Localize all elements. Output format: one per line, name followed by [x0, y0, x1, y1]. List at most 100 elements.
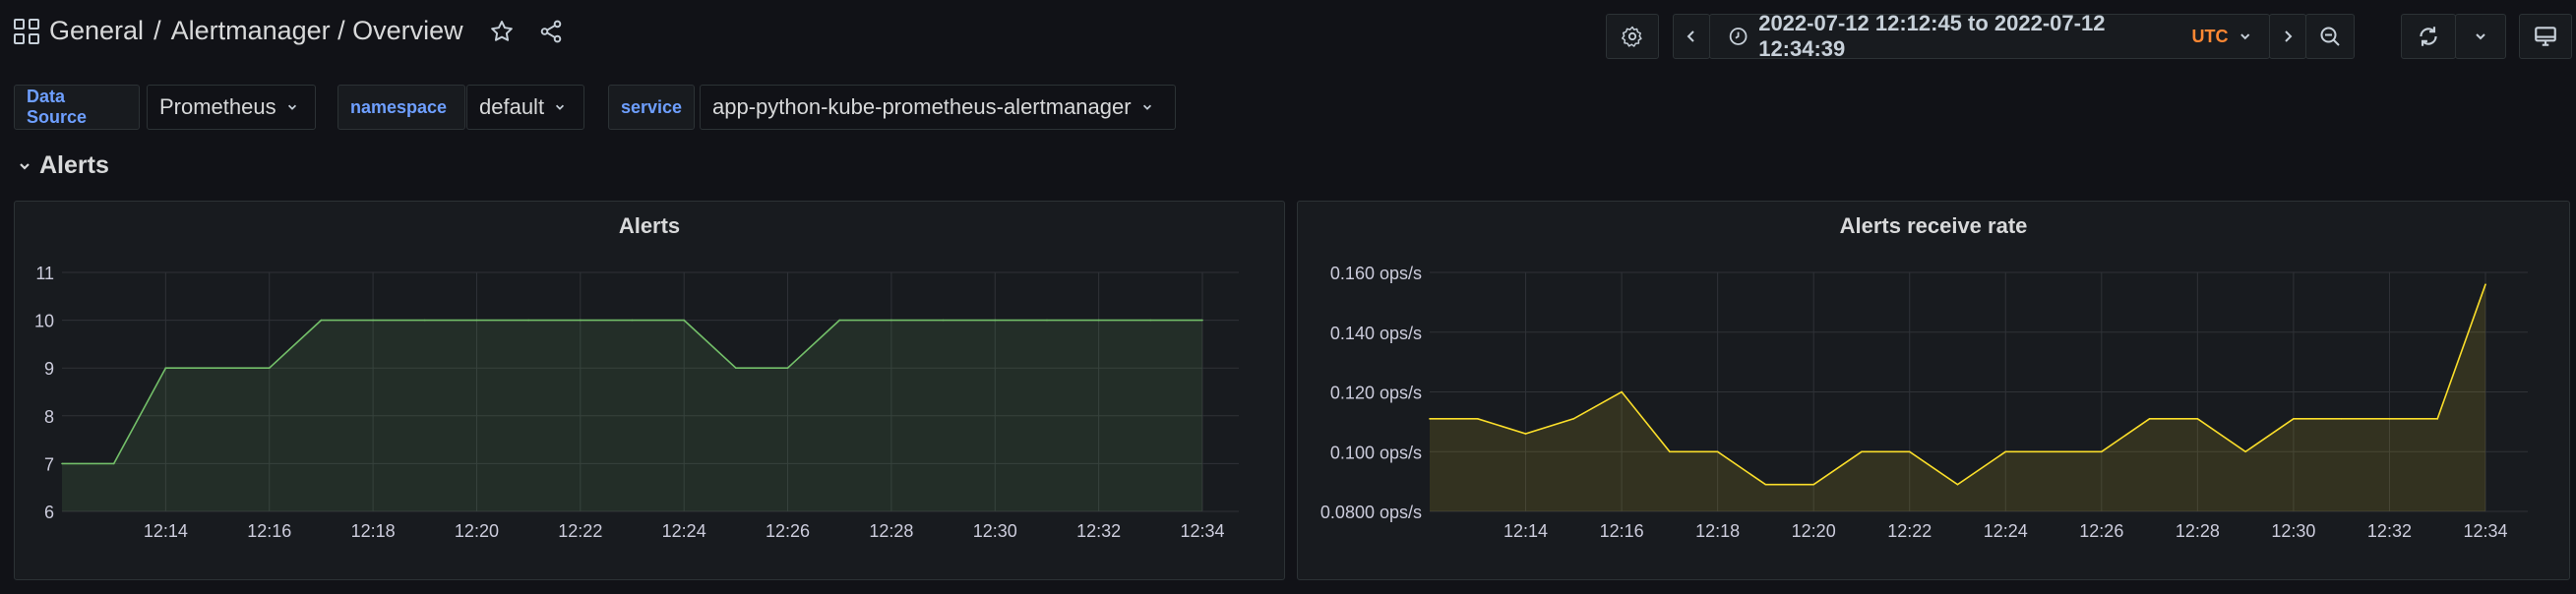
y-tick-label: 10 [34, 312, 54, 331]
x-tick-label: 12:20 [455, 521, 499, 541]
x-tick-label: 12:24 [1984, 521, 2028, 541]
dashboard-settings-button[interactable] [1606, 14, 1659, 59]
data-point [2244, 450, 2246, 453]
data-point [2196, 418, 2199, 420]
data-point [2101, 450, 2103, 453]
x-tick-label: 12:22 [1887, 521, 1932, 541]
share-icon[interactable] [538, 19, 564, 44]
x-tick-label: 12:16 [1600, 521, 1644, 541]
data-point [1476, 418, 1479, 420]
variable-label-service: service [608, 85, 695, 130]
y-tick-label: 0.0800 ops/s [1320, 503, 1422, 522]
data-point [2388, 418, 2391, 420]
data-point [2053, 450, 2055, 453]
x-tick-label: 12:34 [2463, 521, 2507, 541]
clock-icon [1729, 28, 1748, 45]
alerts-chart: 6 7 8 9 10 11 12:14 12:16 12:18 12:20 12:22 12:24 12… [34, 264, 1239, 541]
data-point [786, 367, 789, 369]
chevron-down-icon [2476, 33, 2485, 40]
monitor-icon [2535, 27, 2556, 46]
chevron-down-icon [556, 104, 565, 110]
y-tick-label: 8 [44, 407, 54, 427]
star-icon[interactable] [489, 19, 515, 44]
x-tick-label: 12:26 [766, 521, 810, 541]
variable-select-namespace[interactable]: default [466, 85, 584, 130]
data-point [1429, 418, 1431, 420]
chevron-down-icon [2239, 33, 2249, 40]
x-tick-label: 12:18 [351, 521, 396, 541]
timezone-label: UTC [2191, 26, 2229, 46]
time-range-text: 2022-07-12 12:12:45 to 2022-07-12 12:34:… [1758, 11, 2106, 61]
zoom-out-button[interactable] [2305, 14, 2355, 59]
data-point [2340, 418, 2343, 420]
data-point [1956, 483, 1959, 486]
x-tick-label: 12:32 [2367, 521, 2412, 541]
y-tick-label: 0.120 ops/s [1330, 384, 1422, 403]
variable-label-namespace: namespace [337, 85, 465, 130]
data-point [1764, 483, 1767, 486]
variable-value: app-python-kube-prometheus-alertmanager [712, 94, 1132, 119]
y-tick-label: 0.100 ops/s [1330, 443, 1422, 462]
chevron-down-icon [1142, 104, 1151, 110]
data-point [683, 319, 685, 322]
time-shift-back-button[interactable] [1673, 14, 1710, 59]
panel-alerts[interactable]: Alerts 6 7 8 9 10 11 12:14 12:16 12:18 12:20 12:22… [14, 201, 1285, 580]
data-point [268, 367, 271, 369]
data-point [2148, 418, 2151, 420]
data-point [475, 319, 478, 322]
variable-label-datasource: Data Source [14, 85, 140, 130]
row-header-alerts[interactable]: Alerts [18, 151, 109, 180]
x-tick-label: 12:30 [973, 521, 1017, 541]
top-navbar: General / Alertmanager / Overview 2022-0… [0, 0, 2576, 71]
y-tick-label: 7 [44, 454, 54, 474]
time-shift-forward-button[interactable] [2269, 14, 2306, 59]
dashboards-grid-icon[interactable] [14, 18, 39, 44]
x-tick-label: 12:16 [247, 521, 291, 541]
x-tick-label: 12:20 [1792, 521, 1836, 541]
chevron-down-icon [287, 104, 296, 110]
y-tick-label: 9 [44, 359, 54, 379]
breadcrumb-separator: / [153, 16, 161, 45]
chevron-down-icon [20, 162, 30, 170]
data-point [372, 319, 374, 322]
x-tick-label: 12:14 [144, 521, 188, 541]
refresh-button[interactable] [2401, 14, 2456, 59]
x-tick-label: 12:34 [1180, 521, 1224, 541]
data-point [164, 367, 167, 369]
data-point [890, 319, 892, 322]
data-point [1572, 418, 1575, 420]
x-tick-label: 12:32 [1076, 521, 1121, 541]
data-point [1716, 450, 1719, 453]
variable-value: Prometheus [159, 94, 276, 119]
data-point [735, 367, 737, 369]
data-point [216, 367, 218, 369]
data-point [1669, 450, 1671, 453]
data-point [1097, 319, 1100, 322]
chevron-right-icon [2285, 30, 2293, 42]
x-tick-label: 12:30 [2271, 521, 2315, 541]
panel-alerts-receive-rate[interactable]: Alerts receive rate 0.0800 ops/s 0.100 op… [1297, 201, 2570, 580]
x-tick-label: 12:14 [1503, 521, 1548, 541]
breadcrumb: General / Alertmanager / Overview [14, 16, 564, 46]
refresh-interval-dropdown[interactable] [2455, 14, 2506, 59]
data-point [2004, 450, 2007, 453]
tv-mode-button[interactable] [2519, 14, 2572, 59]
breadcrumb-folder[interactable]: General [49, 16, 144, 46]
x-tick-label: 12:22 [558, 521, 602, 541]
variable-select-datasource[interactable]: Prometheus [147, 85, 316, 130]
data-point [2484, 283, 2486, 285]
zoom-out-icon [2320, 27, 2340, 46]
y-tick-label: 0.160 ops/s [1330, 264, 1422, 283]
data-point [631, 319, 634, 322]
data-point [1621, 390, 1623, 393]
y-tick-label: 11 [35, 264, 54, 283]
y-tick-label: 6 [44, 503, 54, 522]
time-range-picker[interactable]: 2022-07-12 12:12:45 to 2022-07-12 12:34:… [1709, 11, 2270, 61]
dashboard-title[interactable]: Alertmanager / Overview [171, 16, 463, 46]
x-tick-label: 12:18 [1695, 521, 1740, 541]
data-point [1908, 450, 1911, 453]
y-tick-label: 0.140 ops/s [1330, 324, 1422, 343]
data-point [61, 462, 63, 465]
data-point [1201, 319, 1203, 322]
variable-select-service[interactable]: app-python-kube-prometheus-alertmanager [700, 85, 1176, 130]
